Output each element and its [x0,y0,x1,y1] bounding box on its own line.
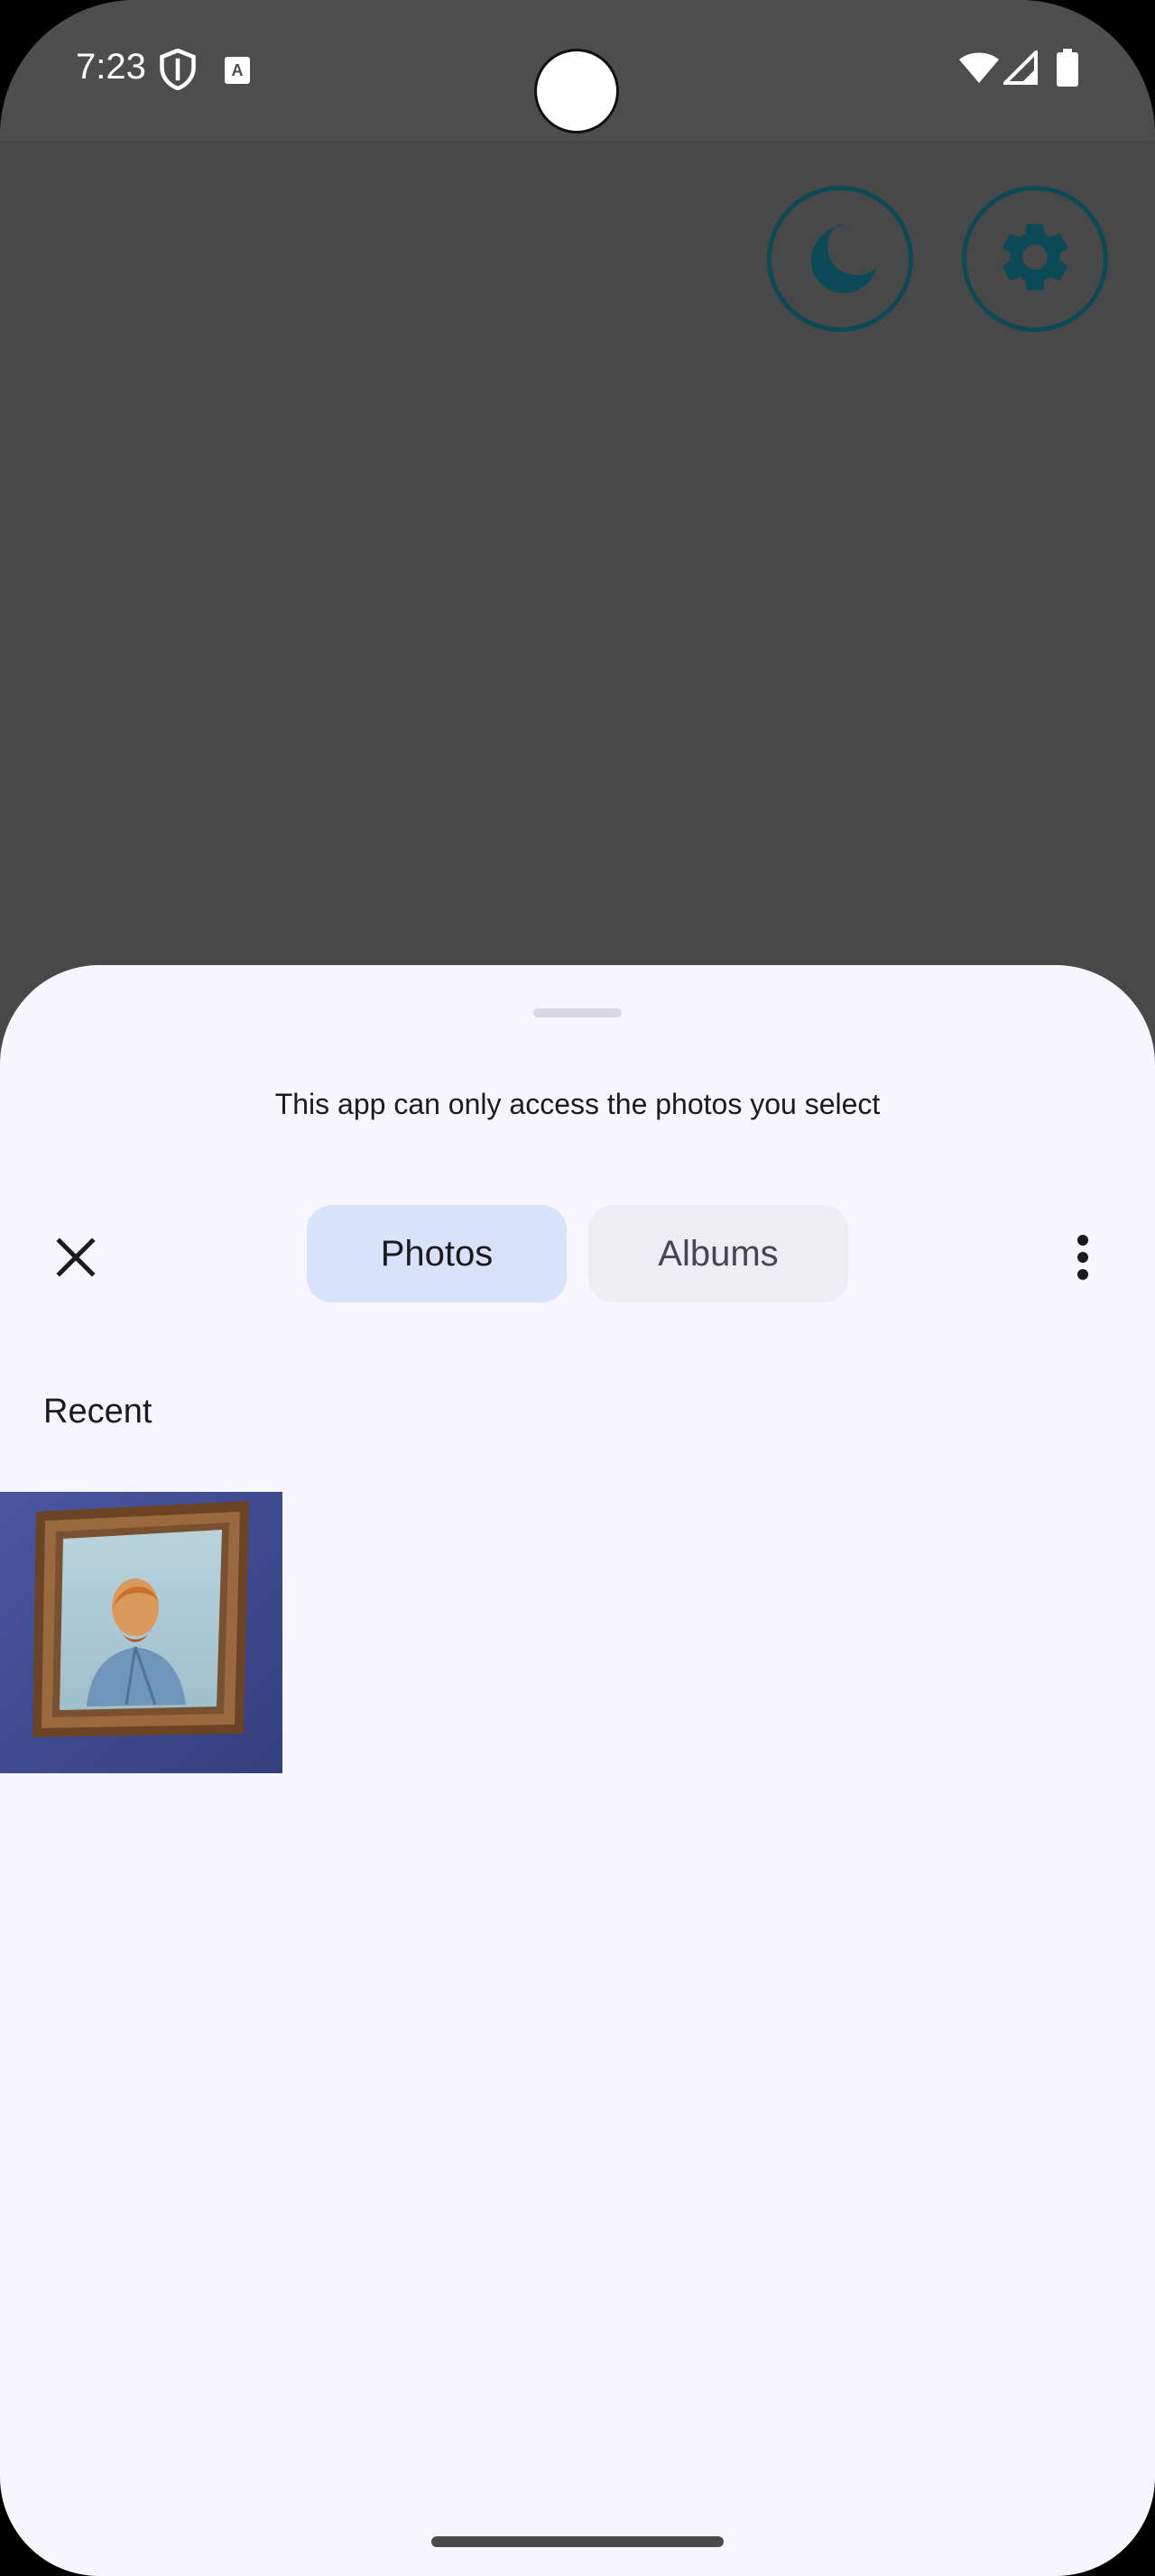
tab-albums[interactable]: Albums [588,1205,848,1302]
section-title-recent: Recent [43,1393,152,1431]
settings-button[interactable] [962,186,1108,332]
text-a-icon: A [224,56,251,85]
close-icon [54,1236,97,1283]
phone-screen: 7:23 A This app can only access the phot… [0,0,1155,2576]
tab-photos-label: Photos [380,1233,494,1274]
home-indicator[interactable] [431,2536,724,2547]
drag-handle[interactable] [533,1008,622,1017]
more-options-button[interactable] [1047,1223,1119,1295]
front-camera [534,49,619,133]
tab-photos[interactable]: Photos [307,1205,567,1302]
wifi-icon [958,51,1000,85]
moon-icon [800,217,880,301]
shield-icon [159,49,197,90]
photo-thumbnail[interactable] [0,1492,282,1773]
gear-icon [993,216,1076,303]
tab-albums-label: Albums [658,1233,779,1274]
svg-text:A: A [232,61,244,79]
signal-icon [1003,51,1038,85]
dark-mode-button[interactable] [767,186,913,332]
photo-picker-sheet: This app can only access the photos you … [0,965,1155,2576]
close-button[interactable] [40,1223,112,1295]
portrait-painting-thumbnail [0,1492,282,1773]
status-bar: 7:23 A [0,0,1155,141]
more-vert-icon [1074,1234,1092,1285]
status-time: 7:23 [76,47,146,87]
battery-icon [1056,49,1079,87]
access-message: This app can only access the photos you … [274,1088,881,1120]
